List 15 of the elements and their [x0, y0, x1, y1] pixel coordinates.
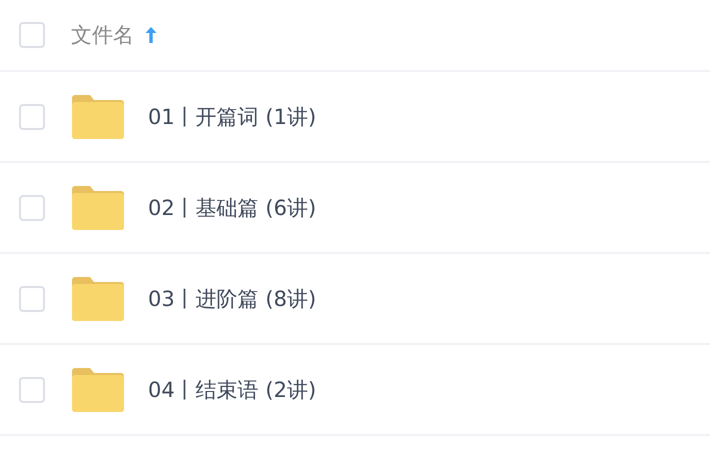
checkbox[interactable]: [19, 22, 45, 48]
checkbox[interactable]: [19, 104, 45, 130]
folder-name[interactable]: 02丨基础篇 (6讲): [148, 194, 316, 222]
folder-icon: [72, 276, 124, 320]
folder-icon: [72, 186, 124, 230]
folder-icon: [72, 368, 124, 412]
folder-icon: [72, 94, 124, 138]
checkbox[interactable]: [19, 376, 45, 402]
column-header[interactable]: 文件名: [71, 21, 134, 49]
folder-name[interactable]: 04丨结束语 (2讲): [148, 376, 316, 404]
checkbox[interactable]: [19, 286, 45, 312]
checkbox[interactable]: [19, 194, 45, 220]
folder-name[interactable]: 01丨开篇词 (1讲): [148, 102, 316, 130]
folder-name[interactable]: 03丨进阶篇 (8讲): [148, 284, 316, 312]
sort-up-icon[interactable]: [144, 25, 158, 45]
